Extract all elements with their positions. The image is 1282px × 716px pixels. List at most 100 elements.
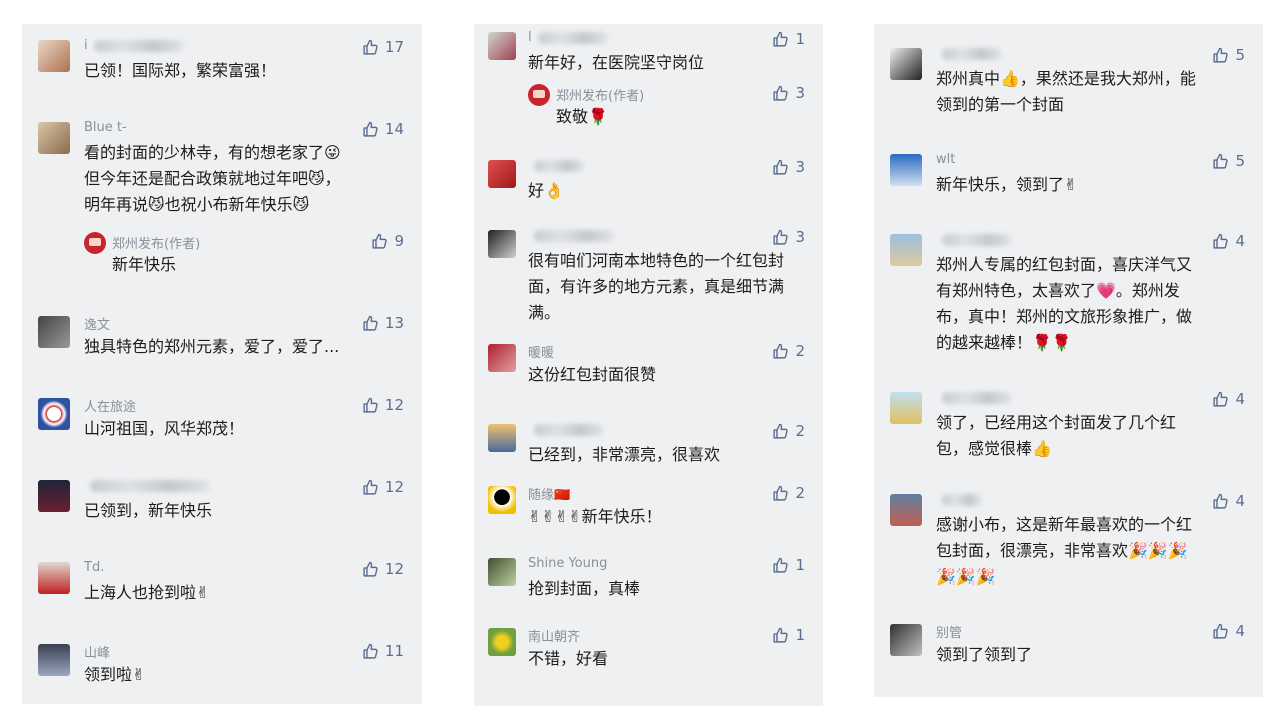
commenter-name[interactable]: 别管 (936, 622, 962, 641)
like-button[interactable]: 1 (772, 556, 805, 574)
author-avatar[interactable] (84, 232, 106, 254)
blurred-name (942, 391, 1012, 404)
like-button[interactable]: 2 (772, 484, 805, 502)
commenter-name[interactable]: 人在旅途 (84, 396, 136, 415)
commenter-name[interactable]: l (528, 30, 608, 45)
thumbs-up-icon (772, 557, 789, 574)
like-button[interactable]: 5 (1212, 152, 1245, 170)
thumbs-up-icon (1212, 47, 1229, 64)
commenter-name[interactable]: 山峰 (84, 642, 110, 661)
avatar[interactable] (38, 122, 70, 154)
avatar[interactable] (488, 160, 516, 188)
avatar[interactable] (38, 644, 70, 676)
commenter-name[interactable] (936, 390, 1012, 405)
thumbs-up-icon (362, 561, 379, 578)
commenter-name-text: 山峰 (84, 646, 111, 661)
like-button[interactable]: 12 (362, 560, 404, 578)
like-button[interactable]: 14 (362, 120, 404, 138)
commenter-name[interactable] (936, 46, 1002, 61)
like-button[interactable]: 11 (362, 642, 404, 660)
avatar[interactable] (890, 154, 922, 186)
commenter-name-text: Shine Young (528, 556, 608, 571)
avatar[interactable] (890, 624, 922, 656)
avatar[interactable] (488, 558, 516, 586)
avatar[interactable] (38, 480, 70, 512)
author-name[interactable]: 郑州发布(作者) (556, 85, 644, 104)
avatar[interactable] (890, 392, 922, 424)
comment-text: 好👌 (528, 181, 564, 200)
like-button[interactable]: 12 (362, 478, 404, 496)
like-button[interactable]: 3 (772, 158, 805, 176)
avatar[interactable] (488, 486, 516, 514)
avatar[interactable] (38, 562, 70, 594)
like-button[interactable]: 4 (1212, 232, 1245, 250)
commenter-name-text: Td. (84, 560, 105, 575)
commenter-name[interactable] (528, 158, 584, 173)
thumbs-up-icon (772, 423, 789, 440)
like-button[interactable]: 4 (1212, 390, 1245, 408)
like-button[interactable]: 5 (1212, 46, 1245, 64)
commenter-name[interactable]: 随缘🇨🇳 (528, 484, 570, 503)
author-avatar[interactable] (528, 84, 550, 106)
reply-like-button[interactable]: 3 (772, 84, 805, 102)
comment-panel-3: 郑州真中👍，果然还是我大郑州，能 领到的第一个封面 5 wlt 新年快乐，领到了✌ 5 郑… (874, 24, 1263, 697)
commenter-name[interactable]: 逸文 (84, 314, 110, 333)
comment-text: 已领！国际郑，繁荣富强！ (84, 61, 277, 80)
thumbs-up-icon (362, 315, 379, 332)
comment-text: 郑州真中👍，果然还是我大郑州，能 领到的第一个封面 (936, 69, 1196, 114)
commenter-name[interactable] (528, 228, 614, 243)
avatar[interactable] (890, 494, 922, 526)
avatar[interactable] (38, 398, 70, 430)
thumbs-up-icon (772, 485, 789, 502)
blurred-name (537, 31, 608, 44)
avatar[interactable] (488, 628, 516, 656)
comment-text: 山河祖国，风华郑茂！ (84, 419, 245, 438)
avatar[interactable] (488, 32, 516, 60)
thumbs-up-icon (371, 233, 388, 250)
commenter-name[interactable] (936, 232, 1012, 247)
commenter-name-text: 南山朝齐 (528, 630, 581, 645)
avatar[interactable] (38, 316, 70, 348)
commenter-name[interactable]: 暖暖 (528, 342, 554, 361)
like-button[interactable]: 1 (772, 626, 805, 644)
commenter-name[interactable]: Blue t- (84, 120, 127, 135)
thumbs-up-icon (772, 31, 789, 48)
comment-text: 独具特色的郑州元素，爱了，爱了... (84, 337, 340, 356)
like-button[interactable]: 17 (362, 38, 404, 56)
blurred-name (534, 229, 614, 242)
commenter-name-text: 随缘🇨🇳 (528, 488, 571, 503)
like-button[interactable]: 4 (1212, 492, 1245, 510)
like-button[interactable]: 3 (772, 228, 805, 246)
commenter-name[interactable]: Td. (84, 560, 104, 575)
like-count: 13 (384, 314, 404, 332)
commenter-name[interactable] (528, 422, 604, 437)
like-button[interactable]: 2 (772, 422, 805, 440)
avatar[interactable] (488, 424, 516, 452)
comment-text: 不错，好看 (528, 649, 609, 668)
commenter-name[interactable]: i (84, 38, 184, 53)
blurred-name (942, 233, 1012, 246)
avatar[interactable] (890, 234, 922, 266)
like-button[interactable]: 12 (362, 396, 404, 414)
commenter-name[interactable] (936, 492, 982, 507)
like-button[interactable]: 13 (362, 314, 404, 332)
commenter-name[interactable]: Shine Young (528, 556, 607, 571)
commenter-name[interactable]: 南山朝齐 (528, 626, 580, 645)
like-count: 4 (1235, 232, 1245, 250)
avatar[interactable] (488, 230, 516, 258)
like-button[interactable]: 2 (772, 342, 805, 360)
author-name[interactable]: 郑州发布(作者) (112, 233, 200, 252)
like-button[interactable]: 1 (772, 30, 805, 48)
like-count: 4 (1235, 622, 1245, 640)
like-count: 9 (394, 232, 404, 250)
like-button[interactable]: 4 (1212, 622, 1245, 640)
commenter-name[interactable] (84, 478, 210, 493)
like-count: 1 (795, 30, 805, 48)
avatar[interactable] (38, 40, 70, 72)
like-count: 12 (384, 478, 404, 496)
like-count: 3 (795, 158, 805, 176)
avatar[interactable] (890, 48, 922, 80)
avatar[interactable] (488, 344, 516, 372)
commenter-name[interactable]: wlt (936, 152, 955, 167)
reply-like-button[interactable]: 9 (371, 232, 404, 250)
